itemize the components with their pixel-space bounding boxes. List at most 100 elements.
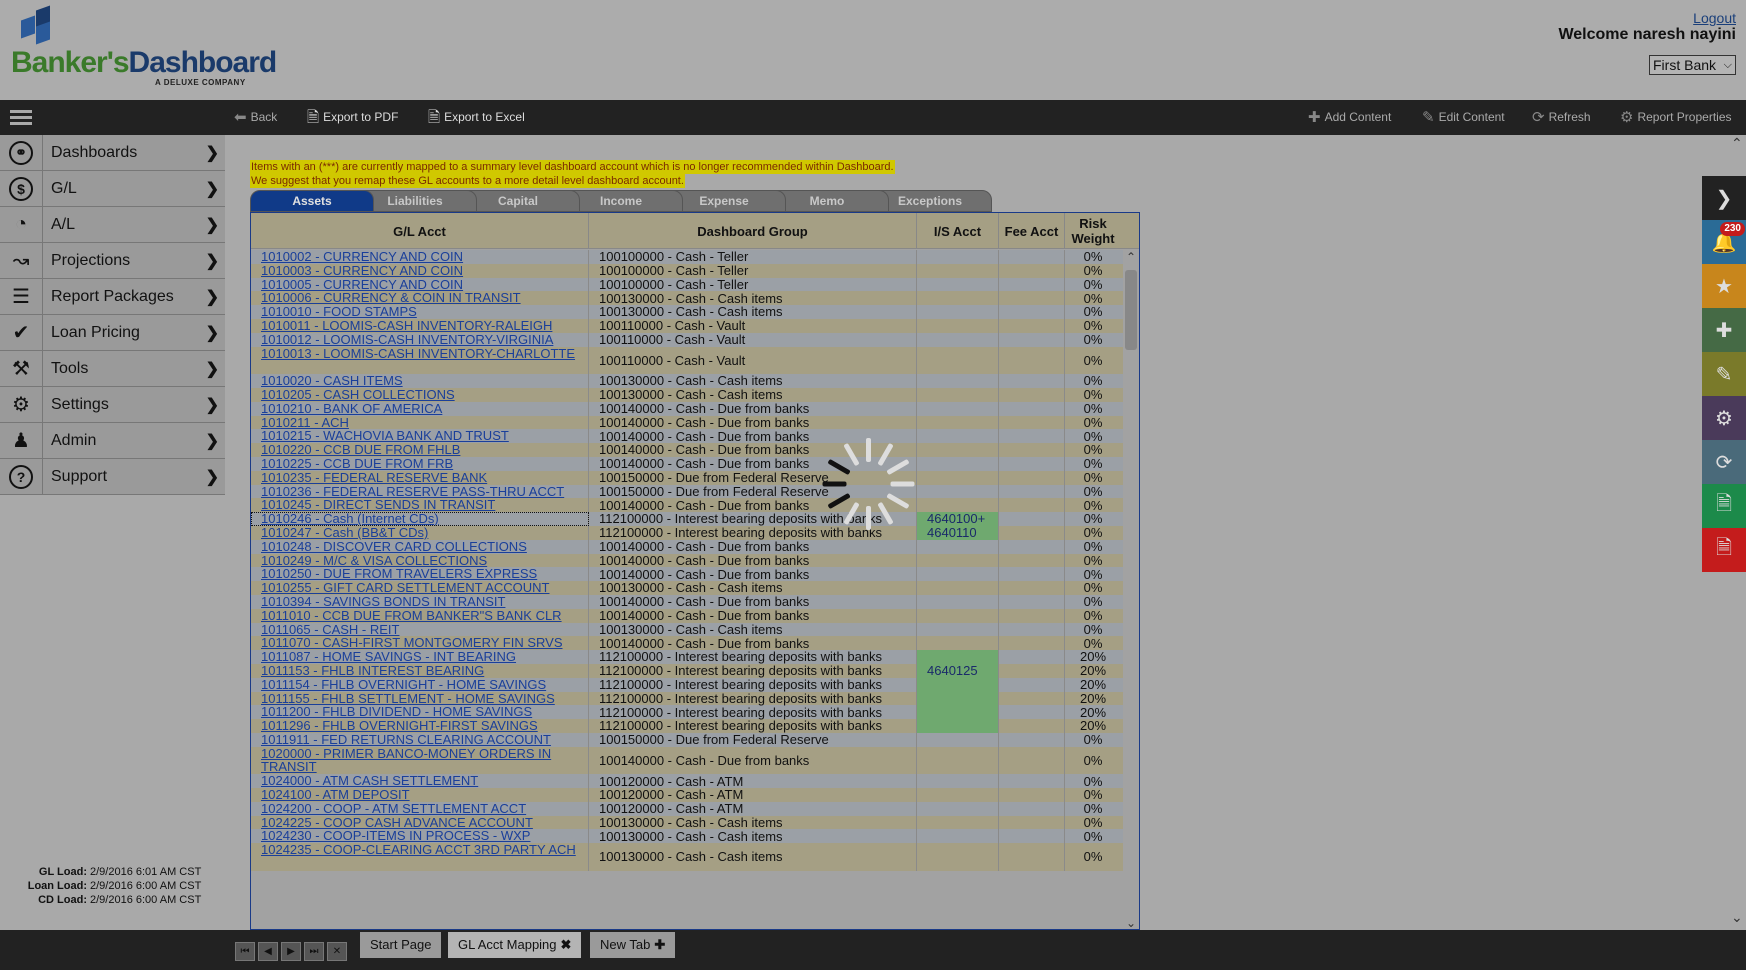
table-row[interactable]: 1010255 - GIFT CARD SETTLEMENT ACCOUNT 10… [251,580,1123,595]
table-row[interactable]: 1010011 - LOOMIS-CASH INVENTORY-RALEIGH 1… [251,318,1123,333]
table-row[interactable]: 1010248 - DISCOVER CARD COLLECTIONS 10014… [251,539,1123,554]
page-scroll-up-icon[interactable]: ⌃ [1731,135,1743,152]
rail-gear-button[interactable]: ⚙ [1702,396,1746,440]
scroll-down-icon[interactable]: ⌄ [1123,916,1139,929]
gl-account-link[interactable]: 1010011 - LOOMIS-CASH INVENTORY-RALEIGH [251,319,589,333]
table-row[interactable]: 1010247 - Cash (BB&T CDs) 112100000 - Int… [251,525,1123,540]
gl-account-link[interactable]: 1011200 - FHLB DIVIDEND - HOME SAVINGS [251,705,589,720]
gl-account-link[interactable]: 1010210 - BANK OF AMERICA [251,401,589,416]
table-row[interactable]: 1010205 - CASH COLLECTIONS 100130000 - Ca… [251,387,1123,402]
last-page-icon[interactable]: ⏭ [304,942,324,961]
refresh-button[interactable]: ⟳ Refresh [1532,100,1591,135]
sidebar-item-a-l[interactable]: ◔ A/L ❯ [0,206,225,243]
table-row[interactable]: 1011911 - FED RETURNS CLEARING ACCOUNT 10… [251,732,1123,747]
table-row[interactable]: 1011153 - FHLB INTEREST BEARING 112100000… [251,663,1123,678]
rail-bell-button[interactable]: 🔔 230 [1702,220,1746,264]
sidebar-item-admin[interactable]: ♟ Admin ❯ [0,422,225,459]
gl-account-link[interactable]: 1010247 - Cash (BB&T CDs) [251,526,589,540]
table-row[interactable]: 1010013 - LOOMIS-CASH INVENTORY-CHARLOTT… [251,346,1123,375]
gl-account-link[interactable]: 1010248 - DISCOVER CARD COLLECTIONS [251,539,589,554]
gl-account-link[interactable]: 1010394 - SAVINGS BONDS IN TRANSIT [251,595,589,609]
gl-account-link[interactable]: 1010250 - DUE FROM TRAVELERS EXPRESS [251,567,589,582]
gl-account-link[interactable]: 1011154 - FHLB OVERNIGHT - HOME SAVINGS [251,677,589,692]
first-page-icon[interactable]: ⏮ [235,942,255,961]
tab-assets[interactable]: Assets [250,190,374,212]
gl-account-link[interactable]: 1011153 - FHLB INTEREST BEARING [251,664,589,678]
sidebar-item-settings[interactable]: ⚙ Settings ❯ [0,386,225,423]
gl-account-link[interactable]: 1024100 - ATM DEPOSIT [251,788,589,802]
table-row[interactable]: 1024000 - ATM CASH SETTLEMENT 100120000 -… [251,774,1123,789]
table-row[interactable]: 1010220 - CCB DUE FROM FHLB 100140000 - C… [251,442,1123,457]
gl-account-link[interactable]: 1024200 - COOP - ATM SETTLEMENT ACCT [251,802,589,816]
column-header-fee-acct[interactable]: Fee Acct [999,213,1065,249]
gl-account-link[interactable]: 1010215 - WACHOVIA BANK AND TRUST [251,429,589,444]
gl-account-link[interactable]: 1024230 - COOP-ITEMS IN PROCESS - WXP [251,829,589,844]
tab-new-tab[interactable]: New Tab ✚ [590,932,676,958]
table-row[interactable]: 1010215 - WACHOVIA BANK AND TRUST 1001400… [251,429,1123,444]
rail-excel-button[interactable]: 🗎 [1702,484,1746,528]
gl-account-link[interactable]: 1024225 - COOP CASH ADVANCE ACCOUNT [251,815,589,830]
table-row[interactable]: 1011154 - FHLB OVERNIGHT - HOME SAVINGS 1… [251,677,1123,692]
table-row[interactable]: 1024225 - COOP CASH ADVANCE ACCOUNT 10013… [251,815,1123,830]
table-row[interactable]: 1010250 - DUE FROM TRAVELERS EXPRESS 1001… [251,567,1123,582]
previous-page-icon[interactable]: ◀ [258,942,278,961]
table-row[interactable]: 1010003 - CURRENCY AND COIN 100100000 - C… [251,263,1123,278]
sidebar-item-report-packages[interactable]: ☰ Report Packages ❯ [0,278,225,315]
table-row[interactable]: 1010249 - M/C & VISA COLLECTIONS 10014000… [251,553,1123,568]
table-row[interactable]: 1010006 - CURRENCY & COIN IN TRANSIT 1001… [251,291,1123,306]
page-scroll-down-icon[interactable]: ⌄ [1731,909,1743,926]
sidebar-item-support[interactable]: ? Support ❯ [0,458,225,495]
gl-account-link[interactable]: 1010220 - CCB DUE FROM FHLB [251,443,589,457]
gl-account-link[interactable]: 1011010 - CCB DUE FROM BANKER"S BANK CLR [251,608,589,623]
gl-account-link[interactable]: 1011070 - CASH-FIRST MONTGOMERY FIN SRVS [251,636,589,651]
bank-select[interactable]: First Bank ⌵ [1649,55,1736,75]
table-row[interactable]: 1011296 - FHLB OVERNIGHT-FIRST SAVINGS 11… [251,718,1123,733]
table-row[interactable]: 1011010 - CCB DUE FROM BANKER"S BANK CLR… [251,608,1123,623]
table-row[interactable]: 1010245 - DIRECT SENDS IN TRANSIT 1001400… [251,498,1123,513]
table-row[interactable]: 1010005 - CURRENCY AND COIN 100100000 - C… [251,277,1123,292]
close-all-tabs-icon[interactable]: ✕ [327,942,347,961]
gl-account-link[interactable]: 1010245 - DIRECT SENDS IN TRANSIT [251,498,589,513]
gl-account-link[interactable]: 1010003 - CURRENCY AND COIN [251,263,589,278]
gl-account-link[interactable]: 1011296 - FHLB OVERNIGHT-FIRST SAVINGS [251,719,589,733]
gl-account-link[interactable]: 1010235 - FEDERAL RESERVE BANK [251,470,589,485]
table-row[interactable]: 1011065 - CASH - REIT 100130000 - Cash - … [251,622,1123,637]
table-row[interactable]: 1011087 - HOME SAVINGS - INT BEARING 1121… [251,649,1123,664]
sidebar-item-loan-pricing[interactable]: ✔ Loan Pricing ❯ [0,314,225,351]
gl-account-link[interactable]: 1010246 - Cash (Internet CDs) [251,512,589,526]
rail-refresh-button[interactable]: ⟳ [1702,440,1746,484]
table-row[interactable]: 1024235 - COOP-CLEARING ACCT 3RD PARTY A… [251,843,1123,871]
scroll-up-icon[interactable]: ⌃ [1123,250,1139,264]
tab-gl-acct-mapping[interactable]: GL Acct Mapping ✖ [448,932,582,958]
gl-account-link[interactable]: 1010211 - ACH [251,415,589,430]
sidebar-item-dashboards[interactable]: ⚭ Dashboards ❯ [0,134,225,171]
column-header-dashboard-group[interactable]: Dashboard Group [589,213,917,249]
next-page-icon[interactable]: ▶ [281,942,301,961]
rail-pdf-button[interactable]: 🗎 [1702,528,1746,572]
column-header-is-acct[interactable]: I/S Acct [917,213,999,249]
logout-link[interactable]: Logout [1693,10,1736,26]
close-tab-icon[interactable]: ✖ [561,937,572,952]
table-row[interactable]: 1010010 - FOOD STAMPS 100130000 - Cash - … [251,304,1123,319]
rail-chevron-right-button[interactable]: ❯ [1702,176,1746,220]
table-row[interactable]: 1010394 - SAVINGS BONDS IN TRANSIT 100140… [251,594,1123,609]
table-row[interactable]: 1010236 - FEDERAL RESERVE PASS-THRU ACCT… [251,484,1123,499]
table-row[interactable]: 1024230 - COOP-ITEMS IN PROCESS - WXP 100… [251,829,1123,844]
gl-account-link[interactable]: 1020000 - PRIMER BANCO-MONEY ORDERS IN T… [251,746,589,775]
table-row[interactable]: 1010012 - LOOMIS-CASH INVENTORY-VIRGINIA… [251,332,1123,347]
gl-account-link[interactable]: 1010225 - CCB DUE FROM FRB [251,457,589,471]
sidebar-item-projections[interactable]: ↝ Projections ❯ [0,242,225,279]
export-pdf-button[interactable]: 🗎 Export to PDF [307,100,398,135]
table-row[interactable]: 1010002 - CURRENCY AND COIN 100100000 - C… [251,249,1123,264]
gl-account-link[interactable]: 1011155 - FHLB SETTLEMENT - HOME SAVINGS [251,691,589,706]
gl-account-link[interactable]: 1010236 - FEDERAL RESERVE PASS-THRU ACCT [251,484,589,499]
gl-account-link[interactable]: 1010020 - CASH ITEMS [251,374,589,388]
edit-content-button[interactable]: ✎ Edit Content [1422,100,1505,135]
gl-account-link[interactable]: 1010249 - M/C & VISA COLLECTIONS [251,553,589,568]
table-row[interactable]: 1024200 - COOP - ATM SETTLEMENT ACCT 1001… [251,801,1123,816]
tab-start-page[interactable]: Start Page [360,932,442,958]
table-row[interactable]: 1020000 - PRIMER BANCO-MONEY ORDERS IN T… [251,746,1123,775]
column-header-risk-weight[interactable]: Risk Weight [1065,213,1121,249]
gl-account-link[interactable]: 1010006 - CURRENCY & COIN IN TRANSIT [251,291,589,306]
rail-plus-button[interactable]: ✚ [1702,308,1746,352]
